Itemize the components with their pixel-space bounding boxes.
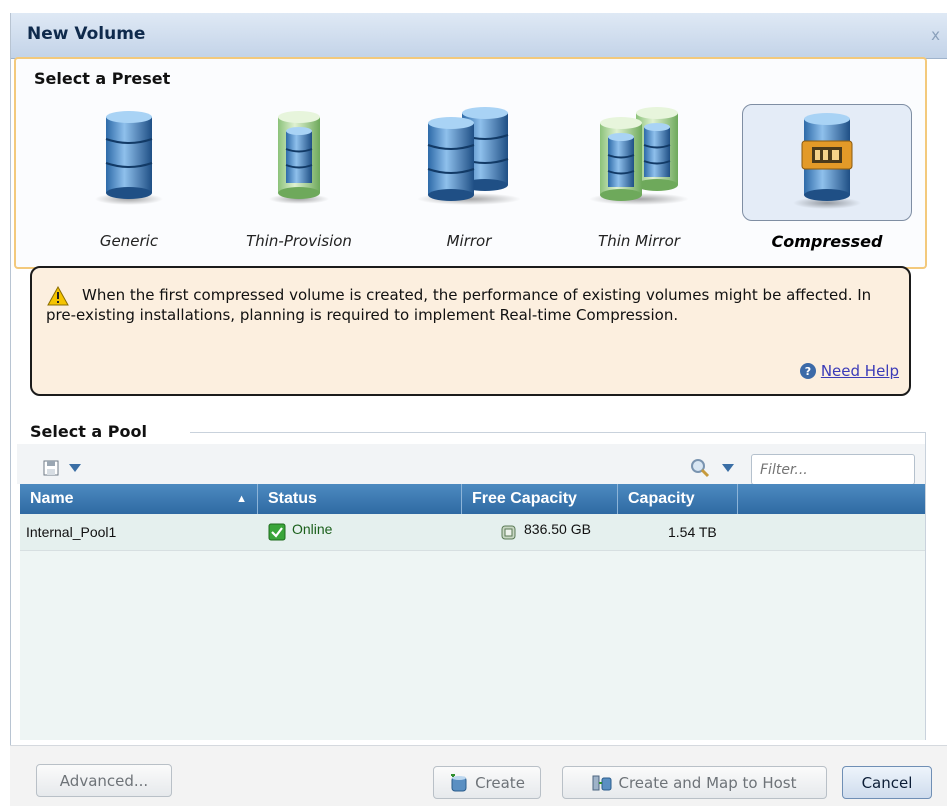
thin-provision-db-icon [269, 111, 329, 204]
pool-name: Internal_Pool1 [26, 524, 117, 540]
preset-thin-provision[interactable]: Thin-Provision [214, 107, 384, 257]
create-and-map-button[interactable]: Create and Map to Host [562, 766, 827, 799]
pool-capacity: 1.54 TB [668, 524, 717, 540]
advanced-button-label: Advanced... [59, 771, 149, 790]
preset-label: Generic [99, 232, 159, 250]
pool-table-header: Name ▲ Status Free Capacity Capacity [20, 484, 925, 514]
column-capacity-label: Capacity [628, 490, 695, 507]
filter-input[interactable] [751, 454, 915, 485]
column-capacity[interactable]: Capacity [618, 484, 738, 514]
preset-mirror[interactable]: Mirror [384, 107, 554, 257]
preset-label: Thin Mirror [598, 232, 680, 250]
column-name[interactable]: Name ▲ [20, 484, 258, 514]
preset-generic[interactable]: Generic [44, 107, 214, 257]
cancel-button-label: Cancel [861, 773, 913, 792]
column-status[interactable]: Status [258, 484, 462, 514]
pool-free-capacity: 836.50 GB [524, 521, 591, 537]
advanced-button[interactable]: Advanced... [36, 764, 172, 797]
dialog-title: New Volume [27, 24, 146, 44]
preset-compressed[interactable]: Compressed [742, 104, 912, 257]
column-status-label: Status [268, 490, 317, 507]
pool-panel-title: Select a Pool [30, 422, 155, 441]
create-and-map-button-label: Create and Map to Host [618, 773, 797, 792]
pool-table-body: Internal_Pool1 Online 836.50 GB 1.54 TB [20, 514, 925, 740]
svg-text:?: ? [805, 365, 811, 378]
close-button[interactable]: x [931, 26, 940, 44]
create-volume-icon [451, 773, 467, 791]
capacity-icon [501, 525, 516, 540]
preset-panel: Select a Preset Generic Thin-Provision M… [14, 57, 927, 269]
create-button[interactable]: Create [433, 766, 541, 799]
pool-status: Online [292, 521, 333, 537]
chevron-down-icon[interactable] [69, 464, 81, 472]
need-help-link[interactable]: Need Help [821, 362, 899, 380]
search-icon[interactable] [690, 458, 710, 478]
mirror-db-icon [417, 107, 521, 205]
compression-warning: When the first compressed volume is crea… [30, 266, 911, 396]
cancel-button[interactable]: Cancel [842, 766, 932, 799]
save-icon[interactable] [43, 460, 59, 476]
online-check-icon [268, 523, 286, 541]
help-icon[interactable]: ? [799, 362, 817, 380]
preset-panel-title: Select a Preset [34, 69, 171, 88]
preset-label: Compressed [771, 232, 883, 251]
sort-ascending-icon: ▲ [236, 493, 247, 505]
compressed-db-icon [793, 113, 861, 209]
preset-label: Mirror [446, 232, 492, 250]
create-map-host-icon [592, 775, 612, 790]
need-help: ? Need Help [799, 362, 899, 380]
table-row[interactable]: Internal_Pool1 Online 836.50 GB 1.54 TB [20, 514, 925, 551]
dialog-footer: Advanced... Create Create and Map to Hos… [10, 745, 947, 806]
column-free-capacity[interactable]: Free Capacity [462, 484, 618, 514]
create-button-label: Create [475, 773, 525, 792]
column-free-capacity-label: Free Capacity [472, 490, 577, 507]
dialog-titlebar: New Volume x [11, 13, 947, 59]
preset-thin-mirror[interactable]: Thin Mirror [554, 107, 724, 257]
thin-mirror-db-icon [589, 107, 689, 205]
column-name-label: Name [30, 490, 74, 507]
warning-text: When the first compressed volume is crea… [46, 286, 872, 324]
chevron-down-icon[interactable] [722, 464, 734, 472]
preset-label: Thin-Provision [246, 232, 352, 250]
generic-db-icon [95, 111, 163, 205]
